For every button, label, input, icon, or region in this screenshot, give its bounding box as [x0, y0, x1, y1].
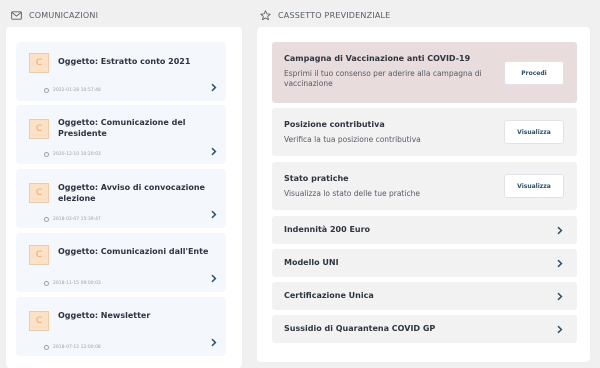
message-subject: Oggetto: Newsletter	[58, 311, 151, 320]
clock-icon	[44, 152, 49, 157]
link-label: Indennità 200 Euro	[284, 225, 371, 234]
cassetto-title: CASSETTO PREVIDENZIALE	[278, 10, 391, 20]
message-date: 2018-07-12 12:00:08	[44, 345, 101, 350]
chevron-right-icon[interactable]	[209, 274, 218, 283]
cassetto-header: CASSETTO PREVIDENZIALE	[259, 8, 390, 22]
avatar: C	[29, 119, 49, 139]
vaccinazione-desc: Esprimi il tuo consenso per aderire alla…	[284, 69, 482, 88]
comunicazioni-title: COMUNICAZIONI	[29, 10, 99, 20]
chevron-right-icon	[557, 226, 563, 235]
message-date: 2018-02-07 15:39:47	[44, 217, 101, 222]
avatar: C	[29, 183, 49, 203]
message-card[interactable]: C Oggetto: Comunicazione del Presidente …	[16, 105, 226, 164]
message-subject: Oggetto: Estratto conto 2021	[58, 57, 191, 66]
message-card[interactable]: C Oggetto: Comunicazioni dall'Ente 2018-…	[16, 233, 226, 292]
message-date: 2018-11-15 09:00:03	[44, 281, 101, 286]
message-subject: Oggetto: Avviso di convocazione elezione	[58, 183, 205, 203]
message-date: 2022-01-28 10:57:48	[44, 88, 101, 93]
posizione-card: Posizione contributiva Verifica la tua p…	[272, 108, 577, 156]
chevron-right-icon	[557, 292, 563, 301]
pratiche-desc: Visualizza lo stato delle tue pratiche	[284, 189, 420, 198]
vaccinazione-title: Campagna di Vaccinazione anti COVID-19	[284, 54, 471, 63]
chevron-right-icon	[557, 259, 563, 268]
avatar: C	[29, 245, 49, 265]
message-card[interactable]: C Oggetto: Estratto conto 2021 2022-01-2…	[16, 42, 226, 101]
message-subject: Oggetto: Comunicazione del Presidente	[58, 118, 186, 138]
star-icon	[259, 9, 271, 21]
link-modello-uni[interactable]: Modello UNI	[272, 249, 577, 277]
visualizza-posizione-button[interactable]: Visualizza	[504, 120, 564, 144]
link-certificazione-unica[interactable]: Certificazione Unica	[272, 282, 577, 310]
clock-icon	[44, 345, 49, 350]
chevron-right-icon[interactable]	[209, 147, 218, 156]
avatar: C	[29, 311, 49, 331]
chevron-right-icon[interactable]	[209, 210, 218, 219]
chevron-right-icon[interactable]	[209, 83, 218, 92]
message-card[interactable]: C Oggetto: Avviso di convocazione elezio…	[16, 169, 226, 228]
chevron-right-icon	[557, 325, 563, 334]
link-label: Modello UNI	[284, 258, 339, 267]
posizione-desc: Verifica la tua posizione contributiva	[284, 135, 421, 144]
message-card[interactable]: C Oggetto: Newsletter 2018-07-12 12:00:0…	[16, 297, 226, 356]
pratiche-card: Stato pratiche Visualizza lo stato delle…	[272, 162, 577, 210]
posizione-title: Posizione contributiva	[284, 120, 385, 129]
link-sussidio-quarantena[interactable]: Sussidio di Quarantena COVID GP	[272, 315, 577, 343]
link-indennita[interactable]: Indennità 200 Euro	[272, 216, 577, 244]
clock-icon	[44, 281, 49, 286]
comunicazioni-header: COMUNICAZIONI	[10, 8, 98, 22]
vaccinazione-card: Campagna di Vaccinazione anti COVID-19 E…	[272, 42, 577, 103]
visualizza-pratiche-button[interactable]: Visualizza	[504, 174, 564, 198]
link-label: Sussidio di Quarantena COVID GP	[284, 324, 436, 333]
mail-icon	[10, 9, 22, 21]
procedi-button[interactable]: Procedi	[504, 61, 564, 85]
link-label: Certificazione Unica	[284, 291, 374, 300]
avatar: C	[29, 53, 49, 73]
pratiche-title: Stato pratiche	[284, 174, 349, 183]
message-date: 2020-12-10 10:20:03	[44, 152, 101, 157]
clock-icon	[44, 217, 49, 222]
message-subject: Oggetto: Comunicazioni dall'Ente	[58, 247, 209, 256]
chevron-right-icon[interactable]	[209, 338, 218, 347]
clock-icon	[44, 88, 49, 93]
